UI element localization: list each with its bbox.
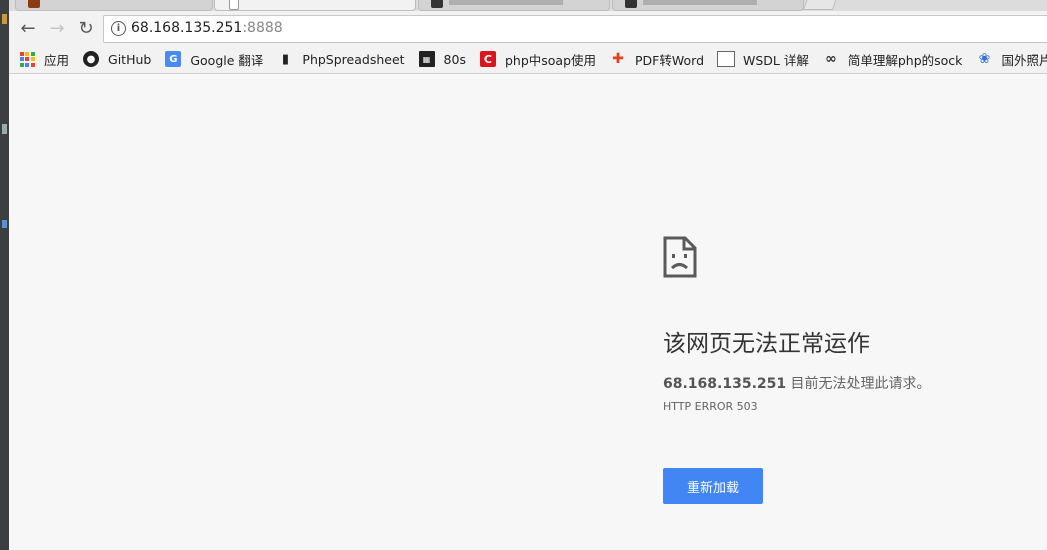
bookmark-label: PDF转Word: [635, 52, 704, 68]
url-host: 68.168.135.251: [131, 20, 243, 36]
bookmark-label: GitHub: [108, 51, 152, 67]
bookmark-pdf-to-word[interactable]: ✚ PDF转Word: [610, 45, 704, 73]
bookmark-label: WSDL 详解: [743, 52, 809, 68]
bookmark-php-socket[interactable]: ∞ 简单理解php的sock: [823, 45, 963, 73]
url-port: :8888: [242, 20, 283, 36]
strip-marker: [2, 124, 7, 134]
pdf-convert-icon: ✚: [612, 51, 624, 67]
bookmarks-bar: 应用 ● GitHub G Google 翻译 ▮ PhpSpreadsheet…: [9, 45, 1047, 74]
tab-favicon-icon: [28, 0, 40, 8]
page-icon: [717, 51, 735, 67]
browser-toolbar: ← → ↻ i 68.168.135.251:8888: [9, 11, 1047, 45]
tab-page-icon: [229, 0, 239, 10]
tab-favicon-icon: [431, 0, 443, 8]
arrow-right-icon: →: [49, 17, 65, 39]
tab-active[interactable]: [214, 0, 416, 11]
swirl-icon: ∞: [825, 51, 837, 67]
bookmark-github[interactable]: ● GitHub: [83, 45, 151, 73]
bookmark-google-translate[interactable]: G Google 翻译: [165, 45, 263, 73]
address-url[interactable]: 68.168.135.251:8888: [131, 20, 283, 36]
bookmark-label: Google 翻译: [190, 52, 264, 68]
reload-toolbar-button[interactable]: ↻: [75, 17, 97, 39]
address-bar[interactable]: i 68.168.135.251:8888: [103, 15, 1047, 43]
tab[interactable]: [15, 0, 213, 11]
strip-marker: [2, 220, 7, 228]
bookmark-php-soap[interactable]: C php中soap使用: [479, 45, 597, 73]
reload-button[interactable]: 重新加载: [663, 468, 763, 504]
bookmark-label: 简单理解php的sock: [847, 52, 963, 68]
new-tab-button[interactable]: [802, 0, 838, 10]
tab[interactable]: [612, 0, 804, 11]
bookmark-label: 应用: [44, 52, 70, 68]
error-code: HTTP ERROR 503: [663, 400, 758, 413]
forward-button[interactable]: →: [46, 17, 68, 39]
bookmark-label: 国外照片网: [1001, 52, 1047, 68]
csdn-icon: C: [479, 51, 496, 67]
apps-icon: [19, 51, 35, 67]
tab-title: [643, 0, 757, 5]
github-icon: ●: [83, 51, 100, 67]
bookmark-label: PhpSpreadsheet: [302, 51, 405, 67]
google-translate-icon: G: [165, 51, 182, 67]
baidu-paw-icon: ❀: [978, 51, 991, 67]
error-title: 该网页无法正常运作: [663, 331, 870, 357]
back-button[interactable]: ←: [17, 17, 39, 39]
strip-marker: [2, 14, 7, 24]
sad-page-icon: [663, 236, 697, 282]
tab-strip: [9, 0, 1047, 11]
refresh-icon: ↻: [78, 17, 94, 39]
book-icon: ▮: [281, 51, 289, 67]
bookmark-photo-site[interactable]: ❀ 国外照片网: [976, 45, 1047, 73]
tab[interactable]: [418, 0, 610, 11]
tab-favicon-icon: [625, 0, 637, 8]
error-message-text: 目前无法处理此请求。: [786, 376, 931, 392]
bookmark-label: 80s: [443, 51, 466, 67]
background-window-strip: [0, 0, 9, 550]
tab-title: [449, 0, 563, 5]
bookmark-phpspreadsheet[interactable]: ▮ PhpSpreadsheet: [277, 45, 405, 73]
bookmark-label: php中soap使用: [504, 52, 597, 68]
bookmark-apps[interactable]: 应用: [19, 45, 69, 73]
error-message: 68.168.135.251 目前无法处理此请求。: [663, 373, 931, 393]
error-host: 68.168.135.251: [663, 376, 787, 392]
info-icon[interactable]: i: [111, 21, 126, 36]
bookmark-80s[interactable]: ▦ 80s: [418, 45, 466, 73]
bookmark-wsdl[interactable]: WSDL 详解: [717, 45, 809, 73]
arrow-left-icon: ←: [20, 17, 36, 39]
clapperboard-icon: ▦: [418, 51, 435, 67]
